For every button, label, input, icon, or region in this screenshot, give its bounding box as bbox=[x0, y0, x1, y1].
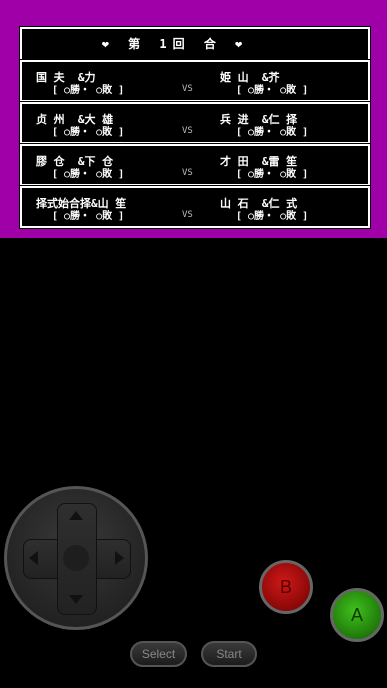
right-record: [ ○勝・ ○敗 ] bbox=[236, 211, 309, 222]
vs-label: VS bbox=[182, 84, 193, 94]
left-team: 贞 州 &大 雄 bbox=[36, 113, 114, 126]
dpad[interactable] bbox=[4, 486, 148, 630]
right-team: 才 田 &雷 笙 bbox=[220, 155, 298, 168]
vs-label: VS bbox=[182, 168, 193, 178]
left-record: [ ○勝・ ○敗 ] bbox=[52, 127, 125, 138]
vs-label: VS bbox=[182, 126, 193, 136]
right-record: [ ○勝・ ○敗 ] bbox=[236, 127, 309, 138]
vs-label: VS bbox=[182, 210, 193, 220]
round-title: ❤ 第 1回 合 ❤ bbox=[101, 37, 249, 51]
dpad-left-arrow-icon[interactable] bbox=[29, 551, 38, 565]
left-record: [ ○勝・ ○敗 ] bbox=[52, 85, 125, 96]
round-title-box: ❤ 第 1回 合 ❤ bbox=[20, 27, 370, 61]
left-team: 膠 仓 &下 仓 bbox=[36, 155, 114, 168]
b-button[interactable]: B bbox=[259, 560, 313, 614]
start-button[interactable]: Start bbox=[201, 641, 257, 667]
right-team: 山 石 &仁 式 bbox=[220, 197, 298, 210]
right-record: [ ○勝・ ○敗 ] bbox=[236, 169, 309, 180]
right-record: [ ○勝・ ○敗 ] bbox=[236, 85, 309, 96]
dpad-center bbox=[63, 545, 89, 571]
game-screen: ❤ 第 1回 合 ❤ 国 夫 &力 [ ○勝・ ○敗 ] VS 姫 山 &芥 [… bbox=[0, 0, 387, 238]
left-team: 择式始合择&山 笙 bbox=[36, 197, 127, 210]
left-team: 国 夫 &力 bbox=[36, 71, 96, 84]
right-team: 兵 进 &仁 择 bbox=[220, 113, 298, 126]
right-team: 姫 山 &芥 bbox=[220, 71, 280, 84]
dpad-down-arrow-icon[interactable] bbox=[69, 595, 83, 604]
match-row: 国 夫 &力 [ ○勝・ ○敗 ] VS 姫 山 &芥 [ ○勝・ ○敗 ] bbox=[20, 60, 370, 102]
match-row: 膠 仓 &下 仓 [ ○勝・ ○敗 ] VS 才 田 &雷 笙 [ ○勝・ ○敗… bbox=[20, 144, 370, 186]
left-record: [ ○勝・ ○敗 ] bbox=[52, 211, 125, 222]
dpad-up-arrow-icon[interactable] bbox=[69, 511, 83, 520]
start-button-label: Start bbox=[216, 647, 242, 661]
left-record: [ ○勝・ ○敗 ] bbox=[52, 169, 125, 180]
match-row: 择式始合择&山 笙 [ ○勝・ ○敗 ] VS 山 石 &仁 式 [ ○勝・ ○… bbox=[20, 186, 370, 228]
a-button[interactable]: A bbox=[330, 588, 384, 642]
a-button-label: A bbox=[350, 604, 363, 625]
select-button-label: Select bbox=[141, 647, 176, 661]
select-button[interactable]: Select bbox=[130, 641, 187, 667]
match-row: 贞 州 &大 雄 [ ○勝・ ○敗 ] VS 兵 进 &仁 择 [ ○勝・ ○敗… bbox=[20, 102, 370, 144]
dpad-right-arrow-icon[interactable] bbox=[115, 551, 124, 565]
b-button-label: B bbox=[279, 576, 292, 597]
